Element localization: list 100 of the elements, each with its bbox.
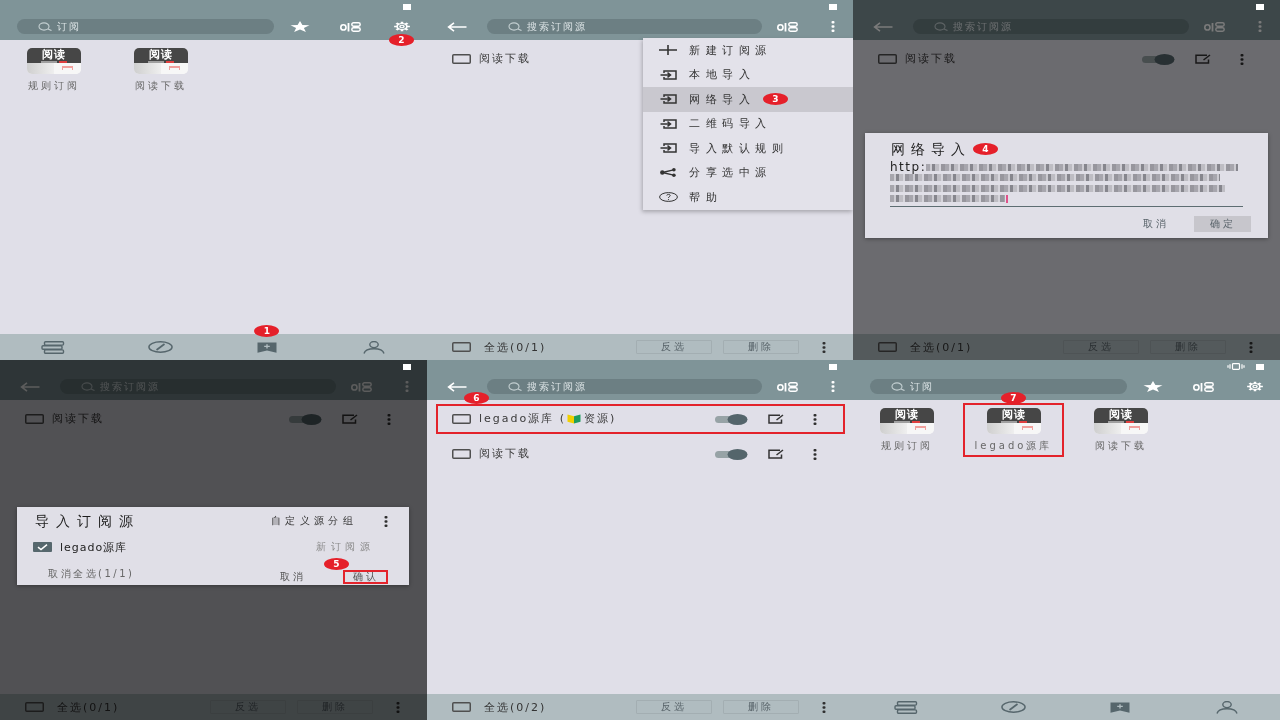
dialog-button[interactable]: 取消: [270, 569, 315, 584]
battery-icon: [1256, 3, 1264, 10]
checkbox[interactable]: [452, 702, 471, 712]
source-name: legado源库: [60, 539, 128, 555]
star-icon[interactable]: [1142, 381, 1163, 392]
checkbox[interactable]: [452, 342, 471, 352]
checkbox[interactable]: [878, 342, 897, 352]
dialog-title: 网络导入: [891, 141, 971, 157]
circle-pills-icon[interactable]: [777, 21, 798, 32]
dialog-button[interactable]: 取消: [1127, 216, 1184, 232]
search-field[interactable]: 搜索订阅源: [487, 19, 762, 34]
more-icon[interactable]: [384, 515, 388, 527]
select-toggle-button[interactable]: 取消全选(1/1): [48, 567, 135, 581]
step-badge: 1: [254, 325, 280, 337]
menu-item[interactable]: 二维码导入: [643, 111, 853, 136]
step-badge: 5: [324, 557, 349, 570]
subscription-item[interactable]: 阅读 legado源库: [974, 403, 1053, 452]
vibrate-icon: [1227, 363, 1245, 370]
source-name: legado源库 (: [479, 412, 567, 426]
circle-pills-icon[interactable]: [340, 21, 361, 32]
battery-icon: [1256, 363, 1264, 370]
more-icon[interactable]: [822, 701, 826, 713]
import-icon: [659, 69, 677, 80]
dialog-button[interactable]: 确定: [1194, 216, 1251, 232]
edit-icon[interactable]: [768, 414, 784, 424]
text-cursor: [1006, 194, 1008, 203]
settings-icon[interactable]: [1245, 381, 1264, 392]
circle-pills-icon[interactable]: [1193, 381, 1214, 392]
checkbox[interactable]: [878, 54, 897, 64]
bookshelf-icon[interactable]: [41, 340, 66, 354]
search-icon: [38, 22, 52, 31]
app-logo: 阅读: [986, 408, 1041, 434]
search-icon: [81, 382, 95, 391]
person-icon[interactable]: [362, 340, 385, 354]
dialog-button[interactable]: 确认: [343, 569, 388, 584]
circle-pills-icon[interactable]: [777, 381, 798, 392]
menu-item[interactable]: 导入默认规则: [643, 136, 853, 161]
search-field[interactable]: 订阅: [17, 19, 274, 34]
compass-icon[interactable]: [147, 341, 173, 353]
bookmark-plus-icon[interactable]: [256, 341, 277, 353]
more-icon[interactable]: [813, 413, 817, 425]
select-all-label[interactable]: 全选(0/2): [484, 699, 547, 715]
battery-icon: [403, 363, 411, 370]
menu-item[interactable]: 网络导入 3: [643, 87, 853, 112]
search-field[interactable]: 搜索订阅源: [487, 379, 762, 394]
help-icon: [658, 192, 678, 203]
url-input-field[interactable]: http:: [890, 162, 1243, 207]
menu-item[interactable]: 帮助: [643, 185, 853, 210]
back-icon[interactable]: [20, 381, 40, 392]
settings-icon[interactable]: [392, 21, 411, 32]
bookshelf-icon[interactable]: [894, 700, 919, 714]
more-icon[interactable]: [822, 341, 826, 353]
source-name: 阅读下载: [479, 447, 531, 461]
checkbox[interactable]: [452, 54, 471, 64]
toggle-switch[interactable]: [288, 413, 322, 425]
search-field[interactable]: 订阅: [870, 379, 1127, 394]
edit-icon[interactable]: [768, 449, 784, 459]
battery-icon: [829, 363, 837, 370]
checkbox[interactable]: [452, 414, 471, 424]
star-icon[interactable]: [289, 21, 310, 32]
source-name: 阅读下载: [479, 52, 531, 66]
subscription-item[interactable]: 阅读 规则订阅: [879, 403, 934, 452]
source-name: 阅读下载: [905, 52, 957, 66]
menu-item[interactable]: 分享选中源: [643, 160, 853, 185]
group-option[interactable]: 自定义源分组: [271, 514, 357, 528]
checkbox[interactable]: [452, 449, 471, 459]
menu-item[interactable]: 本地导入: [643, 62, 853, 87]
compass-icon[interactable]: [1000, 701, 1026, 713]
battery-icon: [829, 3, 837, 10]
back-icon[interactable]: [873, 21, 893, 32]
battery-icon: [403, 3, 411, 10]
source-name: 资源): [584, 412, 617, 426]
checkbox[interactable]: [25, 414, 44, 424]
subscription-item[interactable]: 阅读 阅读下载: [1093, 403, 1148, 452]
person-icon[interactable]: [1215, 700, 1238, 714]
step-badge: 4: [973, 143, 998, 155]
menu-item[interactable]: 新建订阅源: [643, 38, 853, 63]
toggle-switch[interactable]: [1141, 53, 1175, 65]
import-icon: [659, 94, 677, 105]
search-icon: [508, 22, 522, 31]
back-icon[interactable]: [447, 21, 467, 32]
subscription-item[interactable]: 阅读 规则订阅: [26, 43, 81, 92]
circle-pills-icon[interactable]: [1204, 21, 1225, 32]
step-badge: 2: [389, 34, 414, 46]
share-icon: [660, 168, 676, 178]
step-badge: 3: [763, 93, 788, 106]
select-all-label[interactable]: 全选(0/1): [484, 339, 547, 355]
open-book-icon: [567, 414, 582, 424]
search-icon: [508, 382, 522, 391]
toggle-switch[interactable]: [714, 448, 748, 460]
more-icon[interactable]: [813, 448, 817, 460]
subscription-item[interactable]: 阅读 阅读下载: [133, 43, 188, 92]
checkbox[interactable]: [25, 702, 44, 712]
toggle-switch[interactable]: [714, 413, 748, 425]
checkbox[interactable]: [33, 542, 52, 552]
import-icon: [659, 143, 677, 154]
back-icon[interactable]: [447, 381, 467, 392]
import-icon: [659, 118, 677, 129]
circle-pills-icon[interactable]: [351, 381, 372, 392]
bookmark-plus-icon[interactable]: [1109, 701, 1130, 713]
